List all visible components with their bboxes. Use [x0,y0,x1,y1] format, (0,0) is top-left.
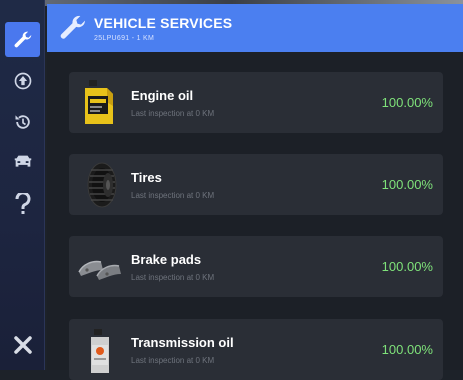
brake-pads-icon [77,242,127,292]
service-name: Brake pads [131,252,202,267]
services-list: Engine oil Last inspection at 0 KM 100.0… [47,52,463,380]
sidebar-item-upgrades[interactable] [5,63,40,98]
service-condition-percent: 100.00% [381,259,433,274]
help-icon [14,192,31,215]
history-icon [13,112,33,132]
service-card-engine-oil[interactable]: Engine oil Last inspection at 0 KM 100.0… [69,72,443,133]
service-last-inspection: Last inspection at 0 KM [131,191,215,200]
service-card-tires[interactable]: Tires Last inspection at 0 KM 100.00% [69,154,443,215]
sidebar-item-services[interactable] [5,22,40,57]
page-title: VEHICLE SERVICES [94,15,233,31]
vehicle-plate-mileage: 25LPU691 - 1 KM [94,35,155,42]
upgrade-arrow-icon [13,71,33,91]
transmission-oil-bottle-icon [77,325,127,375]
car-icon [12,153,34,173]
sidebar-item-history[interactable] [5,104,40,139]
sidebar-item-help[interactable] [5,186,40,221]
service-last-inspection: Last inspection at 0 KM [131,109,215,118]
service-condition-percent: 100.00% [381,177,433,192]
wrench-icon [12,29,34,51]
service-condition-percent: 100.00% [381,95,433,110]
sidebar-item-vehicle[interactable] [5,145,40,180]
close-button[interactable] [5,327,40,362]
service-condition-percent: 100.00% [381,342,433,357]
close-icon [13,335,33,355]
service-last-inspection: Last inspection at 0 KM [131,273,215,282]
tire-icon [77,160,127,210]
service-name: Engine oil [131,88,194,103]
engine-oil-bottle-icon [77,78,127,128]
header-bar: VEHICLE SERVICES 25LPU691 - 1 KM [47,4,463,52]
service-name: Transmission oil [131,335,234,350]
service-name: Tires [131,170,162,185]
wrench-icon [57,12,89,49]
service-card-transmission-oil[interactable]: Transmission oil Last inspection at 0 KM… [69,319,443,380]
service-card-brake-pads[interactable]: Brake pads Last inspection at 0 KM 100.0… [69,236,443,297]
sidebar [0,0,45,370]
service-last-inspection: Last inspection at 0 KM [131,356,215,365]
